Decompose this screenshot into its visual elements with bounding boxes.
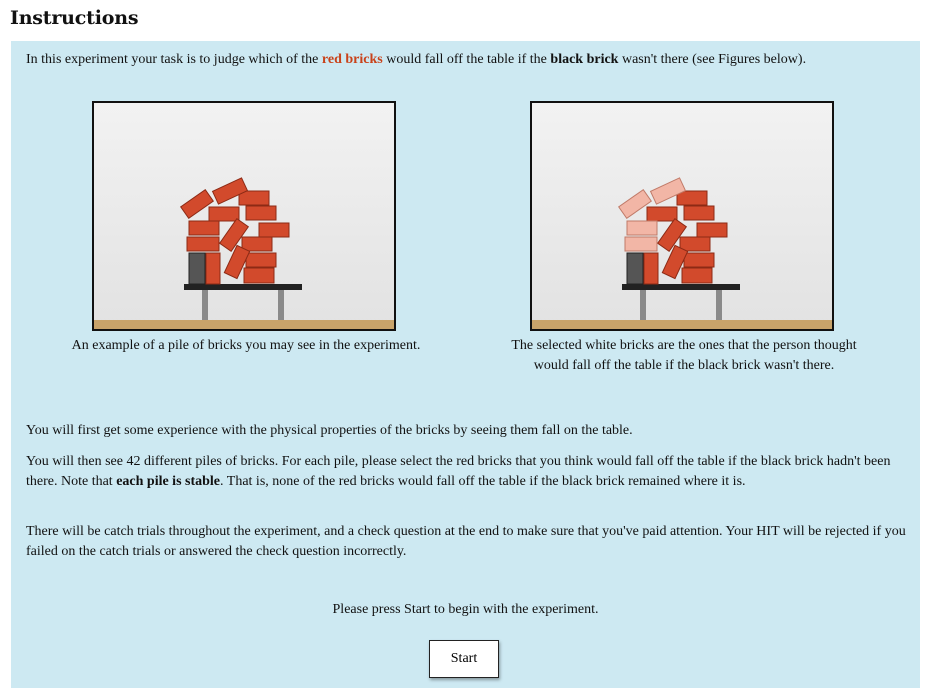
- red-brick: [243, 267, 275, 284]
- red-brick: [683, 205, 715, 221]
- piles-text-2: . That is, none of the red bricks would …: [220, 474, 746, 489]
- brick-pile-illustration: [94, 103, 394, 329]
- table-top: [622, 284, 740, 290]
- red-brick: [241, 236, 273, 252]
- red-brick: [186, 236, 220, 252]
- selected-white-brick: [626, 220, 658, 236]
- red-brick: [238, 190, 270, 206]
- stable-highlight: each pile is stable: [116, 474, 221, 489]
- intro-text-2: would fall off the table if the: [382, 52, 551, 67]
- intro-text-1: In this experiment your task is to judge…: [26, 52, 322, 67]
- instructions-panel: In this experiment your task is to judge…: [11, 41, 920, 688]
- experience-paragraph: You will first get some experience with …: [26, 423, 633, 438]
- intro-text-3: wasn't there (see Figures below).: [618, 52, 807, 67]
- red-brick: [676, 190, 708, 206]
- figure-selected-bricks: [530, 101, 834, 331]
- brick-pile-selection-illustration: [532, 103, 832, 329]
- black-brick-highlight: black brick: [550, 52, 619, 67]
- start-prompt: Please press Start to begin with the exp…: [332, 602, 599, 617]
- figure-caption-1: An example of a pile of bricks you may s…: [71, 338, 421, 353]
- red-brick: [205, 252, 221, 285]
- table-leg: [278, 290, 284, 320]
- red-brick: [258, 222, 290, 238]
- table-leg: [640, 290, 646, 320]
- intro-paragraph: In this experiment your task is to judge…: [26, 50, 906, 70]
- catch-trials-paragraph: There will be catch trials throughout th…: [26, 524, 906, 559]
- table-leg: [202, 290, 208, 320]
- red-brick: [681, 267, 713, 284]
- selected-white-brick: [624, 236, 658, 252]
- page-title: Instructions: [10, 7, 139, 29]
- red-brick: [679, 236, 711, 252]
- red-brick: [188, 220, 220, 236]
- figure-example-pile: [92, 101, 396, 331]
- floor: [94, 320, 394, 329]
- red-brick: [683, 252, 715, 268]
- red-brick: [208, 206, 240, 222]
- red-brick: [245, 252, 277, 268]
- figure-caption-2: The selected white bricks are the ones t…: [511, 338, 857, 373]
- black-brick: [626, 252, 644, 285]
- red-bricks-highlight: red bricks: [321, 52, 383, 67]
- red-brick: [245, 205, 277, 221]
- piles-paragraph: You will then see 42 different piles of …: [26, 452, 906, 492]
- red-brick: [646, 206, 678, 222]
- red-brick: [696, 222, 728, 238]
- table-top: [184, 284, 302, 290]
- table-leg: [716, 290, 722, 320]
- red-brick: [643, 252, 659, 285]
- start-button[interactable]: Start: [429, 640, 499, 678]
- black-brick: [188, 252, 206, 285]
- floor: [532, 320, 832, 329]
